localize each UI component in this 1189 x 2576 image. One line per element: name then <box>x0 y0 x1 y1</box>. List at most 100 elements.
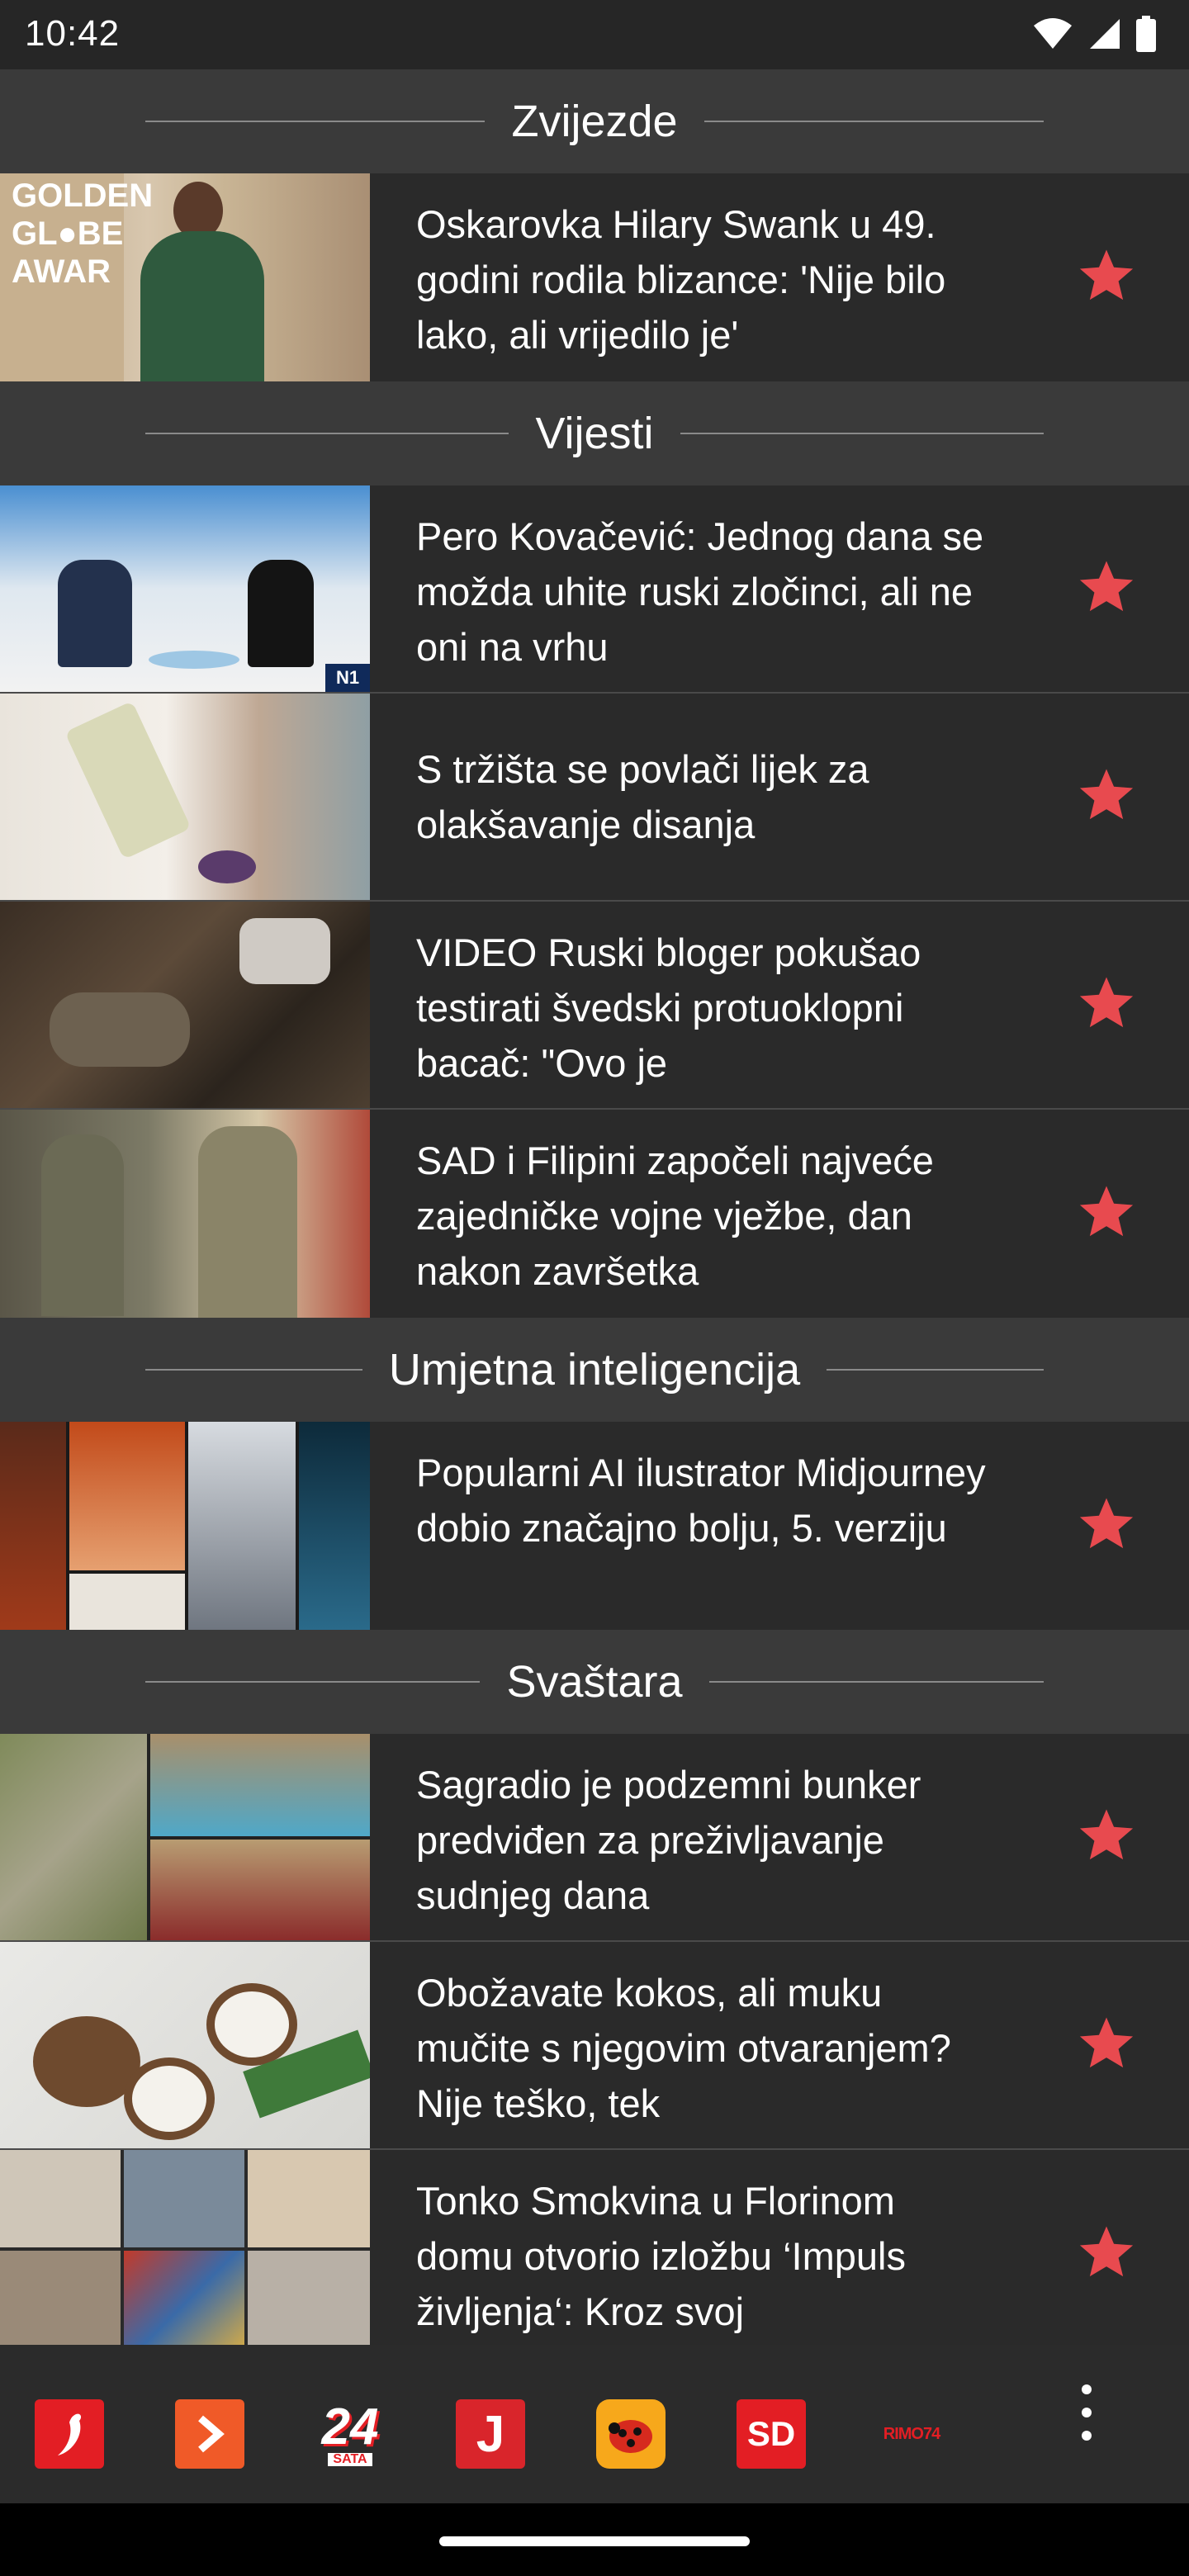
favorite-star-button[interactable] <box>1024 1110 1189 1318</box>
section-header-zvijezde: Zvijezde <box>0 69 1189 173</box>
wifi-icon <box>1034 18 1072 49</box>
living-room-photo <box>150 1840 370 1940</box>
battery-icon <box>1136 16 1156 52</box>
golden-globes-backdrop: GOLDEN GL●BE AWAR <box>0 173 153 381</box>
favorite-star-button[interactable] <box>1024 1942 1189 2148</box>
section-title: Umjetna inteligencija <box>388 1345 801 1395</box>
article-thumbnail <box>0 902 370 1108</box>
divider <box>708 1681 1045 1683</box>
article-headline: SAD i Filipini započeli najveće zajednič… <box>416 1139 934 1293</box>
more-vertical-icon[interactable] <box>1070 2379 1103 2446</box>
divider <box>145 121 486 122</box>
exhibition-photo <box>124 2150 244 2247</box>
article-card[interactable]: Sagradio je podzemni bunker predviđen za… <box>0 1734 1189 1942</box>
pool-photo <box>150 1734 370 1836</box>
chili-pepper-shape <box>58 2413 82 2455</box>
section-title: Zvijezde <box>511 97 678 146</box>
soldier-figure <box>50 992 190 1067</box>
star-icon <box>1079 2226 1134 2277</box>
bottom-site-bar: 24 SATA J SD RIMO74 <box>0 2345 1189 2503</box>
rimo74-logo-text: RIMO74 <box>883 2424 940 2443</box>
divider <box>703 121 1045 122</box>
favorite-star-button[interactable] <box>1024 694 1189 900</box>
soldier-left <box>41 1134 124 1316</box>
article-thumbnail: GOLDEN GL●BE AWAR <box>0 173 370 381</box>
24sata-logo-text: 24 <box>321 2398 379 2455</box>
exhibition-photo <box>0 2150 121 2247</box>
article-card[interactable]: Tonko Smokvina u Florinom domu otvorio i… <box>0 2150 1189 2345</box>
news-feed[interactable]: Zvijezde GOLDEN GL●BE AWAR Oskarovka Hilar… <box>0 69 1189 2345</box>
status-time: 10:42 <box>25 13 121 54</box>
exhibition-photo <box>124 2251 244 2345</box>
favorite-star-button[interactable] <box>1024 2150 1189 2345</box>
favorite-star-button[interactable] <box>1024 1734 1189 1940</box>
favorite-star-button[interactable] <box>1024 173 1189 381</box>
studio-table <box>149 651 239 669</box>
inhaler <box>64 700 192 860</box>
section-title: Vijesti <box>535 409 654 458</box>
jutarnji-icon[interactable]: J <box>456 2399 525 2469</box>
hand-glove <box>239 918 330 984</box>
favorite-star-button[interactable] <box>1024 902 1189 1108</box>
article-card[interactable]: VIDEO Ruski bloger pokušao testirati šve… <box>0 902 1189 1110</box>
exhibition-photo <box>248 2251 370 2345</box>
article-headline: Tonko Smokvina u Florinom domu otvorio i… <box>416 2179 906 2333</box>
article-headline: Sagradio je podzemni bunker predviđen za… <box>416 1763 921 1917</box>
ai-image-5 <box>299 1422 370 1630</box>
article-thumbnail <box>0 1942 370 2148</box>
section-header-svastara: Svaštara <box>0 1630 1189 1734</box>
menu-dot <box>1082 2431 1092 2441</box>
section-header-vijesti: Vijesti <box>0 381 1189 485</box>
ladybug-icon[interactable] <box>596 2399 666 2469</box>
article-thumbnail <box>0 694 370 900</box>
coconut-half <box>206 1983 297 2066</box>
divider <box>680 433 1045 434</box>
article-headline: Popularni AI ilustrator Midjourney dobio… <box>416 1451 986 1550</box>
star-icon <box>1079 2017 1134 2068</box>
jutarnji-logo-text: J <box>476 2405 505 2463</box>
inhaler-cap <box>198 850 256 883</box>
article-thumbnail <box>0 1110 370 1318</box>
article-card[interactable]: N1 Pero Kovačević: Jednog dana se možda … <box>0 485 1189 694</box>
chili-icon[interactable] <box>35 2399 104 2469</box>
star-icon <box>1079 769 1134 820</box>
signal-icon <box>1090 19 1120 49</box>
article-headline: S tržišta se povlači lijek za olakšavanj… <box>416 747 869 846</box>
star-icon <box>1079 1498 1134 1549</box>
article-thumbnail <box>0 1422 370 1630</box>
arrow-icon[interactable] <box>175 2399 244 2469</box>
article-thumbnail: N1 <box>0 485 370 692</box>
star-icon <box>1079 977 1134 1028</box>
ai-image-1 <box>0 1422 66 1630</box>
article-headline: Obožavate kokos, ali muku mučite s njego… <box>416 1971 951 2125</box>
arrow-shape <box>198 2415 225 2453</box>
article-headline: VIDEO Ruski bloger pokušao testirati šve… <box>416 930 921 1085</box>
status-icons <box>1032 15 1156 53</box>
star-icon <box>1079 561 1134 612</box>
divider <box>827 1369 1045 1371</box>
slobodna-dalmacija-icon[interactable]: SD <box>737 2399 806 2469</box>
article-card[interactable]: S tržišta se povlači lijek za olakšavanj… <box>0 694 1189 902</box>
article-headline: Oskarovka Hilary Swank u 49. godini rodi… <box>416 202 946 357</box>
article-card[interactable]: SAD i Filipini započeli najveće zajednič… <box>0 1110 1189 1318</box>
article-card[interactable]: GOLDEN GL●BE AWAR Oskarovka Hilary Swank u… <box>0 173 1189 381</box>
system-navigation-bar <box>0 2503 1189 2576</box>
article-card[interactable]: Obožavate kokos, ali muku mučite s njego… <box>0 1942 1189 2150</box>
ladybug-shape <box>609 2420 652 2453</box>
menu-dot <box>1082 2384 1092 2394</box>
article-card[interactable]: Popularni AI ilustrator Midjourney dobio… <box>0 1422 1189 1630</box>
exhibition-photo <box>248 2150 370 2247</box>
person-right <box>248 560 314 667</box>
star-icon <box>1079 1186 1134 1237</box>
ai-image-3 <box>69 1574 185 1630</box>
24sata-icon[interactable]: 24 SATA <box>315 2399 385 2469</box>
n1-logo: N1 <box>325 664 370 692</box>
section-header-umjetna-inteligencija: Umjetna inteligencija <box>0 1318 1189 1422</box>
star-icon <box>1079 1809 1134 1860</box>
rimo74-icon[interactable]: RIMO74 <box>875 2399 948 2469</box>
home-gesture-handle[interactable] <box>439 2536 750 2546</box>
favorite-star-button[interactable] <box>1024 1422 1189 1630</box>
article-thumbnail <box>0 2150 370 2345</box>
divider <box>145 1681 481 1683</box>
favorite-star-button[interactable] <box>1024 485 1189 692</box>
